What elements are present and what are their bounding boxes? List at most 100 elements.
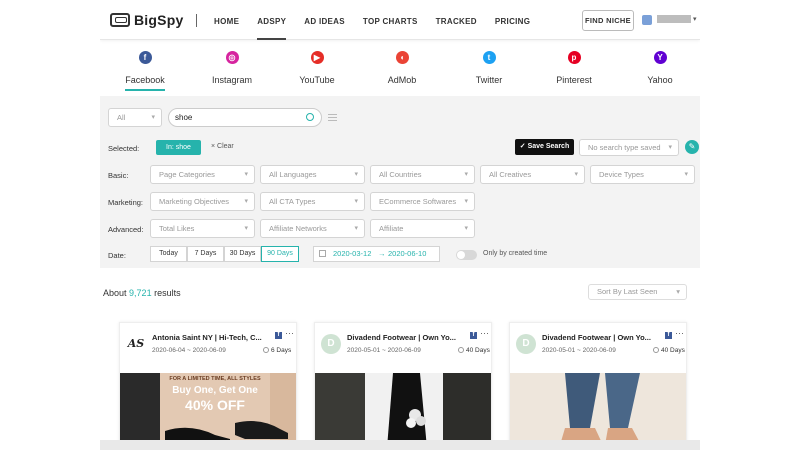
sort-select[interactable]: Sort By Last Seen ▾	[588, 284, 687, 300]
user-avatar-icon[interactable]	[642, 15, 652, 25]
countries-select[interactable]: All Countries ▾	[370, 165, 475, 184]
save-search-button[interactable]: ✓ Save Search	[515, 139, 574, 155]
date-today[interactable]: Today	[150, 246, 187, 262]
days-value: 40 Days	[466, 347, 490, 354]
ad-date-range: 2020-06-04 ~ 2020-06-09	[152, 347, 226, 354]
chevron-down-icon: ▾	[151, 114, 155, 121]
ad-creative-image[interactable]: FOR A LIMITED TIME, ALL STYLES Buy One, …	[120, 373, 296, 446]
days-value: 6 Days	[271, 347, 292, 354]
date-90-days[interactable]: 90 Days	[261, 246, 299, 262]
cta-types-select[interactable]: All CTA Types ▾	[260, 192, 365, 211]
tab-instagram[interactable]: ◎ Instagram	[197, 48, 267, 88]
tab-yahoo[interactable]: Y Yahoo	[625, 48, 695, 88]
date-7-days[interactable]: 7 Days	[187, 246, 224, 262]
tab-admob[interactable]: ◖ AdMob	[367, 48, 437, 88]
page-categories-select[interactable]: Page Categories ▾	[150, 165, 255, 184]
advertiser-avatar: D	[516, 334, 536, 354]
tab-pinterest[interactable]: p Pinterest	[539, 48, 609, 88]
list-icon[interactable]	[328, 114, 337, 121]
facebook-icon: f	[665, 332, 672, 339]
date-range-picker[interactable]: 2020-03-12 → 2020-06-10	[313, 246, 440, 262]
ad-creative-image[interactable]	[315, 373, 491, 446]
marketing-objectives-select[interactable]: Marketing Objectives ▾	[150, 192, 255, 211]
brand-logo[interactable]: BigSpy	[110, 10, 183, 30]
ad-date-range: 2020-05-01 ~ 2020-06-09	[542, 347, 616, 354]
select-value: Page Categories	[159, 170, 215, 179]
tab-youtube[interactable]: ▶ YouTube	[282, 48, 352, 88]
ad-duration: 6 Days	[263, 347, 291, 354]
ad-card[interactable]: D Divadend Footwear | Own Yo... 2020-05-…	[314, 322, 492, 447]
results-prefix: About	[103, 288, 127, 298]
selected-chip[interactable]: In: shoe	[156, 140, 201, 155]
find-niche-button[interactable]: FIND NICHE	[582, 10, 634, 31]
select-value: All Creatives	[489, 170, 532, 179]
nav-home[interactable]: HOME	[214, 0, 239, 40]
promo-line-3: 40% OFF	[185, 397, 245, 413]
nav-tracked[interactable]: TRACKED	[436, 0, 477, 40]
device-types-select[interactable]: Device Types ▾	[590, 165, 695, 184]
saved-search-placeholder: No search type saved	[588, 143, 661, 152]
advertiser-name[interactable]: Divadend Footwear | Own Yo...	[542, 333, 654, 342]
basic-label: Basic:	[108, 171, 129, 180]
promo-line-2: Buy One, Get One	[172, 385, 258, 396]
ad-card[interactable]: D Divadend Footwear | Own Yo... 2020-05-…	[509, 322, 687, 447]
affiliate-select[interactable]: Affiliate ▾	[370, 219, 475, 238]
saved-search-select[interactable]: No search type saved ▾	[579, 139, 679, 156]
clock-icon	[263, 347, 269, 353]
more-options-icon[interactable]: ···	[675, 328, 684, 338]
tab-twitter[interactable]: t Twitter	[454, 48, 524, 88]
facebook-icon: f	[275, 332, 282, 339]
results-number: 9,721	[129, 288, 152, 298]
nav-ad-ideas[interactable]: AD IDEAS	[304, 0, 345, 40]
chevron-down-icon: ▾	[676, 287, 680, 296]
tab-label: Pinterest	[556, 75, 592, 85]
chevron-down-icon: ▾	[464, 198, 468, 205]
platform-tabs: f Facebook ◎ Instagram ▶ YouTube ◖ AdMob…	[100, 48, 700, 91]
horizontal-scrollbar[interactable]	[100, 440, 700, 450]
user-name-redacted[interactable]	[657, 15, 691, 23]
created-time-toggle[interactable]	[456, 250, 477, 260]
advertiser-name[interactable]: Antonia Saint NY | Hi-Tech, C...	[152, 333, 264, 342]
creatives-select[interactable]: All Creatives ▾	[480, 165, 585, 184]
nav-top-charts[interactable]: TOP CHARTS	[363, 0, 418, 40]
affiliate-networks-select[interactable]: Affiliate Networks ▾	[260, 219, 365, 238]
pinterest-icon: p	[567, 51, 581, 64]
ad-card[interactable]: AS Antonia Saint NY | Hi-Tech, C... 2020…	[119, 322, 297, 447]
chevron-down-icon: ▾	[244, 198, 248, 205]
chevron-down-icon: ▾	[354, 225, 358, 232]
right-margin	[700, 0, 800, 450]
select-value: All Countries	[379, 170, 422, 179]
top-nav-bar: BigSpy HOME ADSPY AD IDEAS TOP CHARTS TR…	[100, 0, 700, 40]
total-likes-select[interactable]: Total Likes ▾	[150, 219, 255, 238]
save-search-label: Save Search	[527, 143, 570, 150]
tab-label: Yahoo	[647, 75, 673, 85]
advertiser-name[interactable]: Divadend Footwear | Own Yo...	[347, 333, 459, 342]
date-separator: →	[378, 249, 386, 258]
search-input[interactable]: shoe	[168, 108, 322, 127]
search-icon[interactable]	[306, 113, 314, 121]
clock-icon	[458, 347, 464, 353]
youtube-icon: ▶	[310, 51, 324, 64]
days-value: 40 Days	[661, 347, 685, 354]
scope-value: All	[117, 113, 126, 122]
chevron-down-icon: ▾	[354, 171, 358, 178]
ad-date-range: 2020-05-01 ~ 2020-06-09	[347, 347, 421, 354]
ad-creative-image[interactable]	[510, 373, 686, 446]
jeans-heels-image	[510, 373, 686, 446]
more-options-icon[interactable]: ···	[285, 328, 294, 338]
promo-line-1: FOR A LIMITED TIME, ALL STYLES	[169, 376, 261, 382]
date-30-days[interactable]: 30 Days	[224, 246, 261, 262]
languages-select[interactable]: All Languages ▾	[260, 165, 365, 184]
nav-pricing[interactable]: PRICING	[495, 0, 530, 40]
scope-select[interactable]: All ▾	[108, 108, 162, 127]
bigspy-logo-icon	[110, 13, 130, 27]
more-options-icon[interactable]: ···	[480, 328, 489, 338]
tab-facebook[interactable]: f Facebook	[110, 48, 180, 91]
clear-button[interactable]: × Clear	[211, 143, 234, 150]
edit-pencil-icon[interactable]: ✎	[685, 140, 699, 154]
chevron-down-icon[interactable]: ▾	[693, 15, 697, 23]
tab-label: AdMob	[387, 75, 417, 85]
nav-adspy[interactable]: ADSPY	[257, 0, 287, 40]
ecommerce-softwares-select[interactable]: ECommerce Softwares ▾	[370, 192, 475, 211]
tab-label: YouTube	[299, 75, 335, 85]
